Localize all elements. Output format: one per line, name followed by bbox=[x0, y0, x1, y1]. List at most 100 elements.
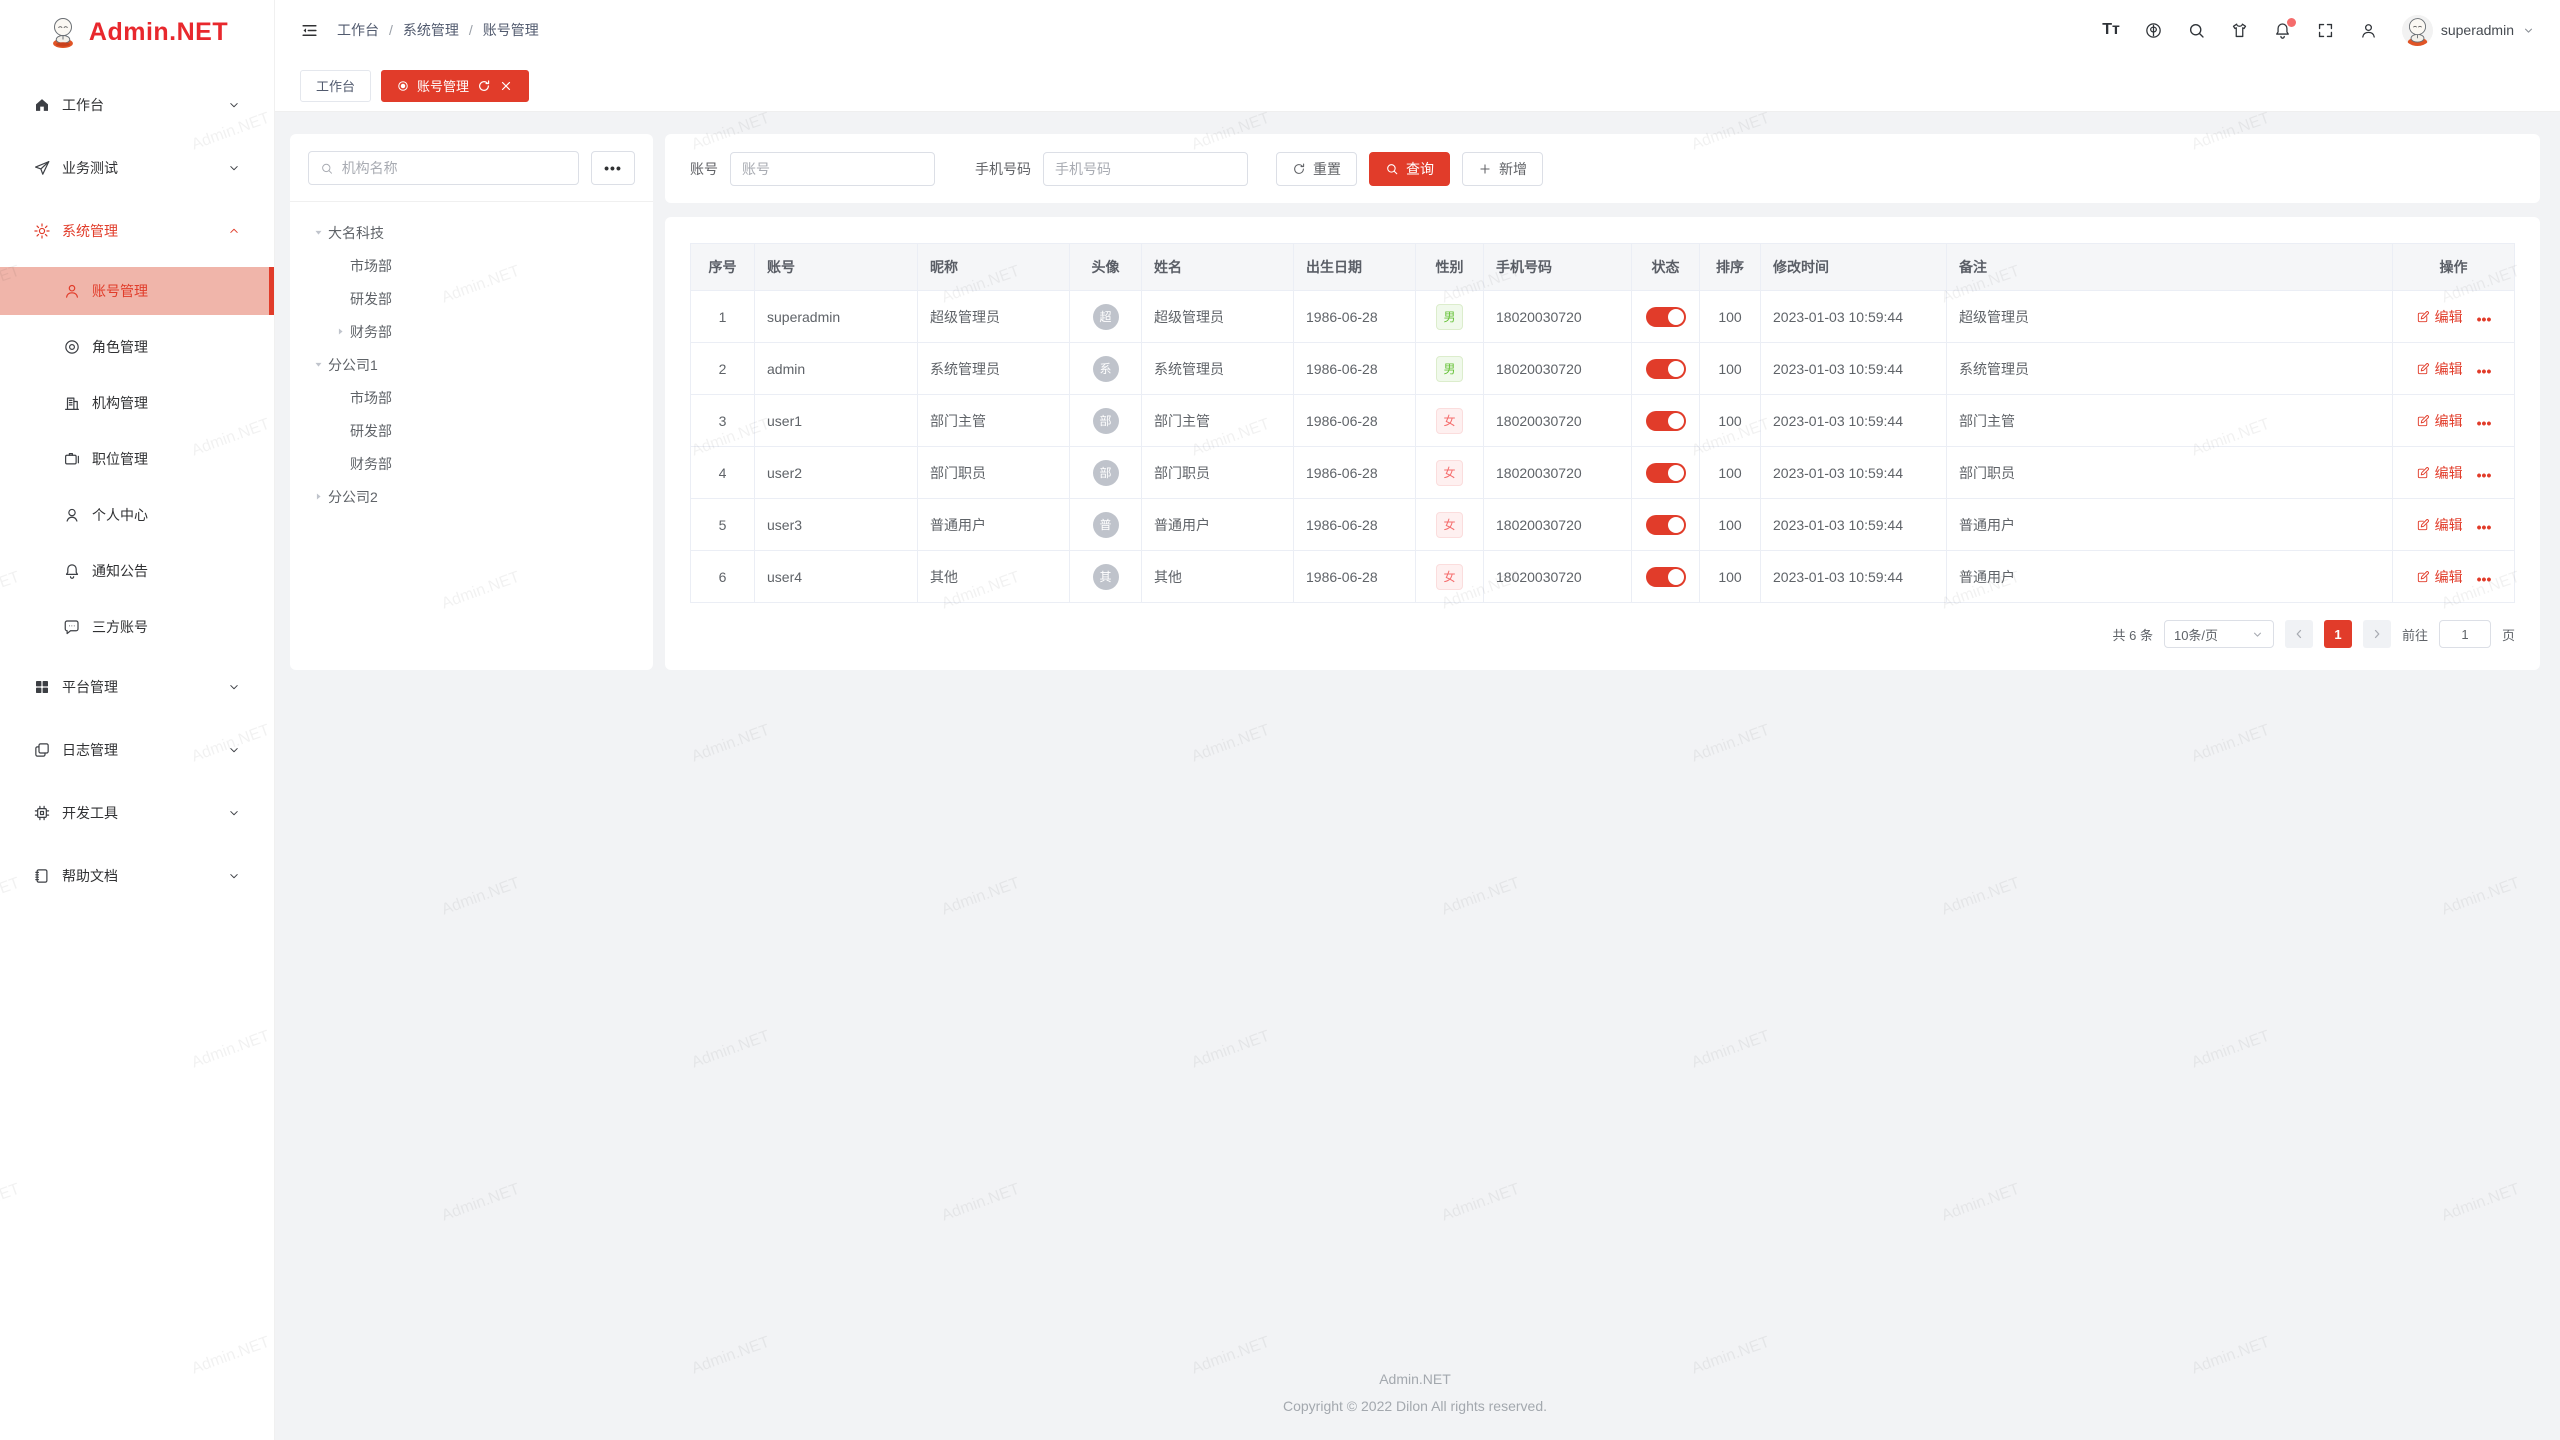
org-more-button[interactable]: ••• bbox=[591, 151, 635, 185]
tree-node[interactable]: 市场部 bbox=[298, 249, 645, 282]
sidebar-item-notice[interactable]: 通知公告 bbox=[0, 547, 274, 595]
close-tab-icon[interactable] bbox=[499, 79, 513, 93]
sidebar-item-position-manage[interactable]: 职位管理 bbox=[0, 435, 274, 483]
column-header-index: 序号 bbox=[691, 244, 755, 291]
edit-button[interactable]: 编辑 bbox=[2416, 307, 2463, 327]
status-toggle[interactable] bbox=[1646, 515, 1686, 535]
current-page[interactable]: 1 bbox=[2324, 620, 2352, 648]
edit-button[interactable]: 编辑 bbox=[2416, 567, 2463, 587]
user-icon bbox=[63, 282, 81, 300]
bell-icon bbox=[63, 562, 81, 580]
more-actions-button[interactable]: ••• bbox=[2477, 363, 2492, 379]
avatar: 系 bbox=[1093, 356, 1119, 382]
more-actions-button[interactable]: ••• bbox=[2477, 415, 2492, 431]
cell-phone: 18020030720 bbox=[1484, 551, 1632, 603]
column-header-phone: 手机号码 bbox=[1484, 244, 1632, 291]
tab-workbench[interactable]: 工作台 bbox=[300, 70, 371, 102]
phone-input[interactable] bbox=[1043, 152, 1248, 186]
add-button[interactable]: 新增 bbox=[1462, 152, 1543, 186]
search-button[interactable]: 查询 bbox=[1369, 152, 1450, 186]
tree-node[interactable]: 财务部 bbox=[298, 315, 645, 348]
search-icon[interactable] bbox=[2187, 21, 2206, 40]
more-actions-button[interactable]: ••• bbox=[2477, 571, 2492, 587]
cell-birth_date: 1986-06-28 bbox=[1294, 395, 1416, 447]
caret-icon[interactable] bbox=[308, 487, 328, 507]
breadcrumb-item[interactable]: 系统管理 bbox=[403, 20, 459, 40]
tree-node[interactable]: 大名科技 bbox=[298, 216, 645, 249]
cell-name: 普通用户 bbox=[1142, 499, 1294, 551]
more-actions-button[interactable]: ••• bbox=[2477, 311, 2492, 327]
status-toggle[interactable] bbox=[1646, 463, 1686, 483]
goto-page-input[interactable] bbox=[2439, 620, 2491, 648]
next-page-button[interactable] bbox=[2363, 620, 2391, 648]
reset-button[interactable]: 重置 bbox=[1276, 152, 1357, 186]
language-icon[interactable] bbox=[2144, 21, 2163, 40]
tab-account-manage[interactable]: 账号管理 bbox=[381, 70, 529, 102]
cell-actions: 编辑 ••• bbox=[2393, 447, 2515, 499]
edit-button[interactable]: 编辑 bbox=[2416, 463, 2463, 483]
tree-node[interactable]: 研发部 bbox=[298, 414, 645, 447]
refresh-icon bbox=[1292, 162, 1306, 176]
account-input[interactable] bbox=[730, 152, 935, 186]
status-toggle[interactable] bbox=[1646, 411, 1686, 431]
chevron-icon bbox=[227, 224, 241, 238]
theme-shirt-icon[interactable] bbox=[2230, 21, 2249, 40]
caret-icon[interactable] bbox=[330, 322, 350, 342]
tree-node[interactable]: 分公司1 bbox=[298, 348, 645, 381]
page-size-select[interactable]: 10条/页 bbox=[2164, 620, 2274, 648]
tree-node[interactable]: 财务部 bbox=[298, 447, 645, 480]
tree-node[interactable]: 研发部 bbox=[298, 282, 645, 315]
org-search-field[interactable] bbox=[308, 151, 579, 185]
caret-icon[interactable] bbox=[308, 355, 328, 375]
edit-icon bbox=[2416, 414, 2430, 428]
sidebar-item-workbench[interactable]: 工作台 bbox=[0, 77, 274, 133]
font-size-icon[interactable]: Tт bbox=[2102, 21, 2120, 39]
breadcrumb-item[interactable]: 账号管理 bbox=[483, 20, 539, 40]
chevron-icon bbox=[227, 98, 241, 112]
more-actions-button[interactable]: ••• bbox=[2477, 467, 2492, 483]
status-toggle[interactable] bbox=[1646, 307, 1686, 327]
caret-icon[interactable] bbox=[308, 223, 328, 243]
user-icon[interactable] bbox=[2359, 21, 2378, 40]
pagination: 共 6 条 10条/页 1 bbox=[690, 603, 2515, 670]
edit-button[interactable]: 编辑 bbox=[2416, 359, 2463, 379]
tree-node[interactable]: 分公司2 bbox=[298, 480, 645, 513]
column-header-sort: 排序 bbox=[1700, 244, 1761, 291]
status-toggle[interactable] bbox=[1646, 567, 1686, 587]
prev-page-button[interactable] bbox=[2285, 620, 2313, 648]
status-toggle[interactable] bbox=[1646, 359, 1686, 379]
edit-label: 编辑 bbox=[2435, 515, 2463, 535]
sidebar-item-log-manage[interactable]: 日志管理 bbox=[0, 722, 274, 778]
edit-button[interactable]: 编辑 bbox=[2416, 411, 2463, 431]
more-actions-button[interactable]: ••• bbox=[2477, 519, 2492, 535]
sidebar-item-business-test[interactable]: 业务测试 bbox=[0, 140, 274, 196]
sidebar-item-role-manage[interactable]: 角色管理 bbox=[0, 323, 274, 371]
cell-account: admin bbox=[755, 343, 918, 395]
sidebar-item-third-account[interactable]: 三方账号 bbox=[0, 603, 274, 651]
notification-bell-icon[interactable] bbox=[2273, 21, 2292, 40]
logo[interactable]: Admin.NET bbox=[0, 0, 274, 64]
fullscreen-icon[interactable] bbox=[2316, 21, 2335, 40]
column-header-gender: 性别 bbox=[1416, 244, 1484, 291]
org-search-input[interactable] bbox=[342, 160, 567, 176]
tree-node[interactable]: 市场部 bbox=[298, 381, 645, 414]
sidebar-item-system-manage[interactable]: 系统管理 bbox=[0, 203, 274, 259]
cell-nickname: 其他 bbox=[918, 551, 1070, 603]
menu-fold-icon[interactable] bbox=[300, 21, 319, 40]
sidebar-item-label: 账号管理 bbox=[92, 281, 252, 301]
sidebar-item-account-manage[interactable]: 账号管理 bbox=[0, 267, 274, 315]
footer-copyright: Copyright © 2022 Dilon All rights reserv… bbox=[290, 1393, 2540, 1420]
sidebar-item-platform-manage[interactable]: 平台管理 bbox=[0, 659, 274, 715]
user-menu[interactable]: superadmin bbox=[2402, 15, 2535, 46]
sidebar-item-org-manage[interactable]: 机构管理 bbox=[0, 379, 274, 427]
edit-button[interactable]: 编辑 bbox=[2416, 515, 2463, 535]
book-icon bbox=[33, 867, 51, 885]
breadcrumb-item[interactable]: 工作台 bbox=[337, 20, 379, 40]
sidebar-item-dev-tools[interactable]: 开发工具 bbox=[0, 785, 274, 841]
sidebar-item-personal-center[interactable]: 个人中心 bbox=[0, 491, 274, 539]
cell-status bbox=[1632, 291, 1700, 343]
active-dot-icon bbox=[397, 80, 409, 92]
refresh-tab-icon[interactable] bbox=[477, 79, 491, 93]
sidebar-item-help-docs[interactable]: 帮助文档 bbox=[0, 848, 274, 904]
chevron-icon bbox=[227, 869, 241, 883]
